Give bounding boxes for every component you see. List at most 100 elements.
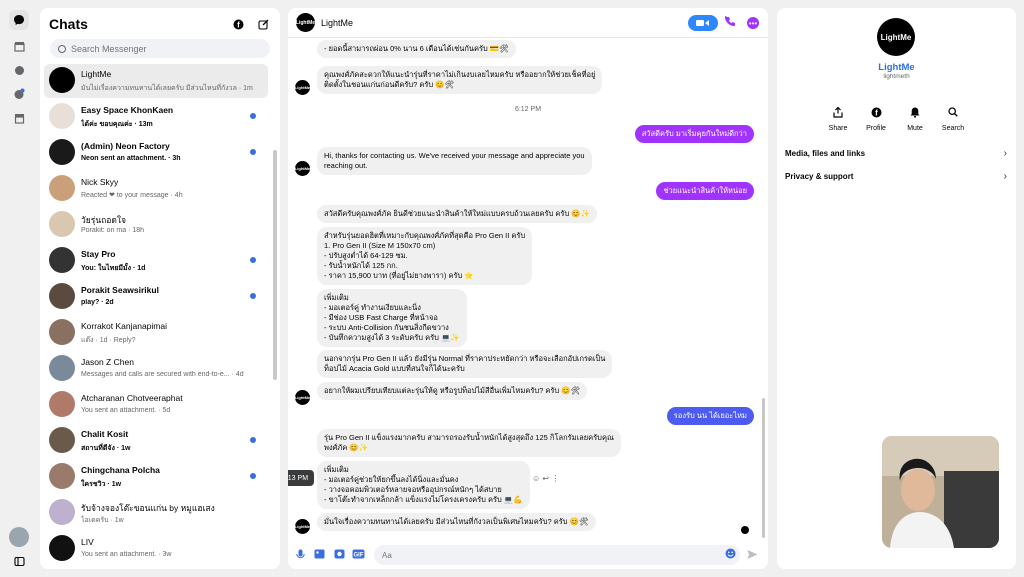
archive-icon[interactable] xyxy=(9,108,29,128)
thread-scrollbar[interactable] xyxy=(762,398,765,538)
outgoing-message[interactable]: สวัสดีครับ มาเริ่มคุยกันใหม่ดีกว่า xyxy=(634,125,754,143)
message-input-box[interactable] xyxy=(374,545,740,565)
incoming-message[interactable]: สำหรับรุ่นยอดฮิตที่เหมาะกับคุณพงศ์ภัคที่… xyxy=(317,227,533,285)
chat-name: LightMe xyxy=(81,69,112,79)
bell-icon xyxy=(906,103,924,121)
phone-call-icon[interactable] xyxy=(725,16,735,29)
chat-list-item[interactable]: (Admin) Neon Factory Neon sent an attachm… xyxy=(44,136,268,170)
chat-list-scrollbar[interactable] xyxy=(273,150,277,380)
search-input[interactable] xyxy=(71,43,251,54)
chat-list-item[interactable]: Porakit Seawsirikul play? · 2d xyxy=(44,280,268,314)
chat-avatar xyxy=(49,427,75,453)
chat-list-item[interactable]: Chalit Kosit สถานที่ดีจัง · 1w xyxy=(44,424,268,458)
chat-preview: ไอเดครับ · 1w xyxy=(81,517,124,524)
media-files-links-row[interactable]: Media, files and links › xyxy=(785,148,1009,165)
chat-list-item[interactable]: Korrakot Kanjanapimai แต๊ง · 1d · Reply? xyxy=(44,316,268,350)
unread-dot xyxy=(250,113,256,119)
chat-name: Nick Skyy xyxy=(81,177,119,187)
chat-avatar xyxy=(49,499,75,525)
incoming-message[interactable]: - ยอดนี้สามารถผ่อน 0% นาน 6 เดือนได้เช่น… xyxy=(317,40,516,58)
chat-preview: มันไม่เรื่องความทนทานได้เลยครับ มีส่วนไห… xyxy=(81,85,253,92)
profile-icon: f xyxy=(867,103,885,121)
microphone-icon[interactable] xyxy=(296,549,305,562)
svg-text:GIF: GIF xyxy=(354,553,364,559)
facebook-icon[interactable]: f xyxy=(230,16,246,32)
profile-name[interactable]: LightMe xyxy=(777,62,1016,73)
marketplace-icon[interactable] xyxy=(9,36,29,56)
chat-list-item[interactable]: Stay Pro You: ในไทยมีมั้ง · 1d xyxy=(44,244,268,278)
incoming-message[interactable]: เพิ่มเติม - มอเตอร์คู่ช่วยให้ยกขึ้นลงได้… xyxy=(317,461,530,509)
chevron-right-icon: › xyxy=(1003,148,1007,159)
chat-list-item[interactable]: LightMe มันไม่เรื่องความทนทานได้เลยครับ ม… xyxy=(44,64,268,98)
conversation-info-icon[interactable]: ••• xyxy=(747,17,759,29)
chat-list-item[interactable]: Easy Space KhonKaen ได้ค่ะ ขอบคุณค่ะ · 13… xyxy=(44,100,268,134)
privacy-support-row[interactable]: Privacy & support › xyxy=(785,171,1009,188)
chat-avatar xyxy=(49,283,75,309)
message-input[interactable] xyxy=(382,550,702,560)
emoji-icon[interactable] xyxy=(725,548,736,561)
chat-list-item[interactable]: Chingchana Polcha ใครชวิว · 1w xyxy=(44,460,268,494)
incoming-message[interactable]: มั่นใจเรื่องความทนทานได้เลยครับ มีส่วนไห… xyxy=(317,513,596,531)
mute-button[interactable]: Mute xyxy=(895,103,935,132)
chat-list-item[interactable]: LIV You sent an attachment. · 3w xyxy=(44,532,268,566)
unread-dot xyxy=(250,257,256,263)
chats-icon[interactable] xyxy=(9,10,29,30)
share-icon xyxy=(829,103,847,121)
incoming-message[interactable]: คุณพงศ์ภัคสะดวกให้แนะนำรุ่นที่ราคาไม่เกิ… xyxy=(317,66,603,94)
chat-list-item[interactable]: Nick Skyy Reacted ❤ to your message · 4h xyxy=(44,172,268,206)
search-conversation-button[interactable]: Search xyxy=(933,103,973,132)
chat-list-item[interactable]: รับจ้างจองโต๊ะขอนแก่น by หมูแฮเสงไอเดครั… xyxy=(44,496,268,530)
messages-icon[interactable] xyxy=(9,60,29,80)
notifications-icon[interactable] xyxy=(9,84,29,104)
chat-list-item[interactable]: วัยรุ่นถอดใจ Porakit: on ma · 18h xyxy=(44,208,268,242)
chat-name: รับจ้างจองโต๊ะขอนแก่น by หมูแฮเสง xyxy=(81,503,215,513)
photo-icon[interactable] xyxy=(314,549,325,561)
search-bar[interactable] xyxy=(50,39,270,58)
profile-button[interactable]: f Profile xyxy=(856,103,896,132)
incoming-message[interactable]: Hi, thanks for contacting us. We've rece… xyxy=(317,147,592,175)
sidebar-toggle-icon[interactable] xyxy=(9,551,29,571)
chat-preview: Reacted ❤ to your message · 4h xyxy=(81,192,183,199)
message-thread: 6:12 PM - ยอดนี้สามารถผ่อน 0% นาน 6 เดือน… xyxy=(288,39,768,536)
incoming-message[interactable]: เพิ่มเติม - มอเตอร์คู่ ทำงานเงียบและนิ่ง… xyxy=(317,289,467,347)
chat-list-item[interactable]: Jason Z Chen Messages and calls are secur… xyxy=(44,352,268,386)
outgoing-message[interactable]: ช่วยแนะนำสินค้าให้หน่อย xyxy=(656,182,754,200)
sticker-icon[interactable] xyxy=(334,549,345,561)
chats-title: Chats xyxy=(49,16,88,32)
outgoing-message[interactable]: รองรับ นน ได้เยอะไหม xyxy=(666,407,754,425)
chat-avatar xyxy=(49,211,75,237)
unread-dot xyxy=(250,437,256,443)
video-call-button[interactable] xyxy=(688,15,718,31)
incoming-message[interactable]: สวัสดีครับคุณพงศ์ภัค ยินดีช่วยแนะนำสินค้… xyxy=(317,205,597,223)
unread-dot xyxy=(250,473,256,479)
chat-avatar xyxy=(49,175,75,201)
send-icon[interactable] xyxy=(747,549,758,563)
search-icon xyxy=(58,44,66,53)
user-avatar[interactable] xyxy=(9,527,29,547)
message-actions[interactable]: ☺ ↩ ⋮ xyxy=(532,474,559,483)
share-button[interactable]: Share xyxy=(818,103,858,132)
chat-preview: Neon sent an attachment. · 3h xyxy=(81,155,181,162)
chat-preview: สถานที่ดีจัง · 1w xyxy=(81,445,131,452)
chat-name: Stay Pro xyxy=(81,249,116,259)
chat-name: Atcharanan Chotveeraphat xyxy=(81,393,183,403)
profile-label: Profile xyxy=(866,125,886,132)
left-rail xyxy=(0,0,38,577)
incoming-message[interactable]: นอกจากรุ่น Pro Gen II แล้ว ยังมีรุ่น Nor… xyxy=(317,350,613,378)
conversation-name[interactable]: LightMe xyxy=(321,18,353,28)
incoming-message[interactable]: อยากให้ผมเปรียบเทียบแต่ละรุ่นให้ดู หรือร… xyxy=(317,382,588,400)
chat-preview: ใครชวิว · 1w xyxy=(81,481,122,488)
conversation-avatar[interactable]: LightMe xyxy=(296,13,315,32)
chat-list-item[interactable]: Atcharanan Chotveeraphat You sent an atta… xyxy=(44,388,268,422)
incoming-message[interactable]: รุ่น Pro Gen II แข็งแรงมากครับ สามารถรอง… xyxy=(317,429,621,457)
mute-label: Mute xyxy=(907,125,923,132)
chat-preview: Porakit: on ma · 18h xyxy=(81,227,145,234)
chat-preview: play? · 2d xyxy=(81,299,114,306)
gif-icon[interactable]: GIF xyxy=(352,549,365,561)
chat-avatar xyxy=(49,319,75,345)
composer: GIF xyxy=(288,541,768,569)
profile-avatar[interactable]: LightMe xyxy=(877,18,915,56)
conversation-header: LightMe LightMe ••• xyxy=(288,8,768,38)
compose-icon[interactable] xyxy=(255,16,271,32)
chat-preview: ได้ค่ะ ขอบคุณค่ะ · 13m xyxy=(81,121,153,128)
